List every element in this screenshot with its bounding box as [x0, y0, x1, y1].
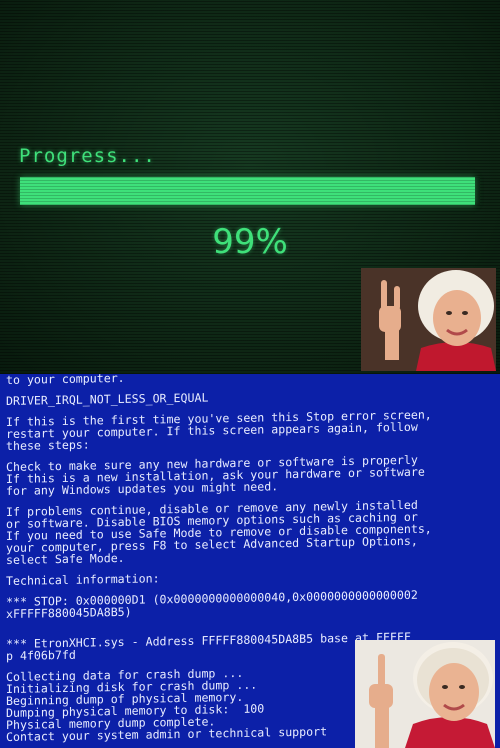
progress-bar: [20, 177, 480, 205]
woman-middle-finger-photo: [355, 640, 495, 748]
blue-screen-error: to your computer. DRIVER_IRQL_NOT_LESS_OR…: [0, 374, 500, 748]
progress-bar-fill: [20, 177, 476, 205]
progress-percent: 99%: [212, 222, 288, 262]
progress-screen: Progress... 99%: [0, 0, 500, 374]
woman-rock-hand-photo: [361, 268, 496, 371]
progress-label: Progress...: [19, 145, 156, 167]
